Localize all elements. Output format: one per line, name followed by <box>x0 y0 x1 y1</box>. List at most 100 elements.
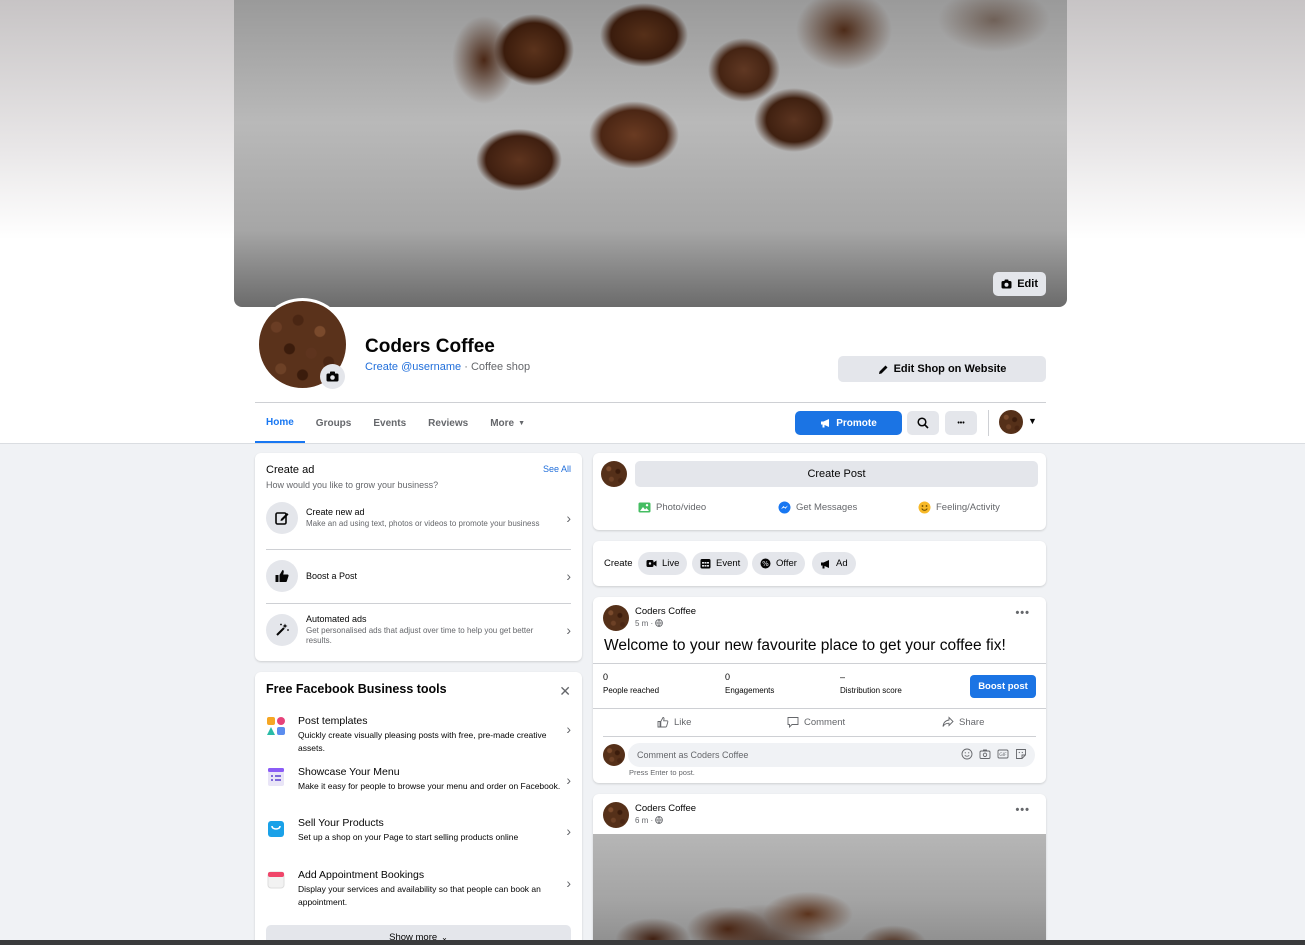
post-menu-button[interactable]: ••• <box>1015 607 1030 619</box>
smiley-icon <box>918 501 931 514</box>
pill-label: Live <box>662 558 680 569</box>
tool-desc: Quickly create visually pleasing posts w… <box>298 730 547 753</box>
post-menu-button[interactable]: ••• <box>1015 804 1030 816</box>
page-tabs: Home Groups Events Reviews More ▼ <box>255 403 536 443</box>
camera-icon[interactable] <box>979 748 991 760</box>
stat-people-reached: 0 People reached <box>603 672 659 695</box>
tool-post-templates[interactable]: Post templates Quickly create visually p… <box>266 715 571 754</box>
feeling-activity-button[interactable]: Feeling/Activity <box>918 501 1000 514</box>
page-category: Coffee shop <box>470 361 531 373</box>
stat-label: Distribution score <box>840 686 902 695</box>
get-messages-label: Get Messages <box>796 502 858 513</box>
business-tools-card: Free Facebook Business tools ✕ Post temp… <box>255 672 582 945</box>
shopping-bag-icon <box>266 818 288 840</box>
emoji-icon[interactable] <box>961 748 973 760</box>
create-new-ad-item[interactable]: Create new ad Make an ad using text, pho… <box>266 502 571 534</box>
cover-photo[interactable]: Edit <box>234 0 1067 307</box>
like-label: Like <box>674 716 692 728</box>
comment-icon <box>787 716 799 728</box>
chevron-right-icon: › <box>566 510 571 526</box>
business-tools-title: Free Facebook Business tools <box>266 682 447 696</box>
tab-events[interactable]: Events <box>362 403 417 443</box>
divider <box>603 736 1036 737</box>
tool-sell-products[interactable]: Sell Your Products Set up a shop on your… <box>266 817 571 844</box>
create-shortcuts-card: Create Live Event % Offer Ad <box>593 541 1046 586</box>
tool-appointment-bookings[interactable]: Add Appointment Bookings Display your se… <box>266 869 571 908</box>
comment-label: Comment <box>804 716 846 728</box>
avatar[interactable] <box>603 605 629 631</box>
sticker-icon[interactable] <box>1015 748 1027 760</box>
divider <box>266 603 571 604</box>
promote-button[interactable]: Promote <box>795 411 902 435</box>
create-label: Create <box>604 558 633 569</box>
post-text: Welcome to your new favourite place to g… <box>604 637 1006 654</box>
stat-value: 0 <box>603 672 609 682</box>
post-card: Coders Coffee 5 m · ••• Welcome to your … <box>593 597 1046 783</box>
caret-down-icon[interactable]: ▼ <box>1028 416 1037 426</box>
camera-icon <box>1001 279 1012 289</box>
update-profile-picture-button[interactable] <box>320 364 345 389</box>
like-button[interactable]: Like <box>657 716 691 728</box>
tab-label: Events <box>373 417 407 429</box>
avatar[interactable] <box>603 802 629 828</box>
pencil-icon <box>878 364 889 375</box>
tool-showcase-menu[interactable]: Showcase Your Menu Make it easy for peop… <box>266 766 571 793</box>
video-camera-icon <box>646 559 657 568</box>
tool-desc: Display your services and availability s… <box>298 884 541 907</box>
camera-icon <box>326 371 339 382</box>
edit-shop-button[interactable]: Edit Shop on Website <box>838 356 1046 382</box>
account-avatar[interactable] <box>999 410 1023 434</box>
offer-pill[interactable]: % Offer <box>752 552 805 575</box>
page-subtitle: Create @username · Coffee shop <box>365 361 530 373</box>
search-button[interactable] <box>907 411 939 435</box>
post-author[interactable]: Coders Coffee <box>635 606 696 617</box>
gif-icon[interactable]: GIF <box>997 748 1009 760</box>
svg-text:GIF: GIF <box>999 752 1007 758</box>
tab-more[interactable]: More ▼ <box>479 403 536 443</box>
tab-groups[interactable]: Groups <box>305 403 363 443</box>
templates-icon <box>266 716 288 738</box>
create-username-link[interactable]: Create @username <box>365 361 461 373</box>
post-timestamp[interactable]: 6 m · <box>635 816 664 825</box>
edit-cover-button[interactable]: Edit <box>993 272 1046 296</box>
divider <box>593 663 1046 664</box>
comment-hint: Press Enter to post. <box>629 768 695 777</box>
pill-label: Offer <box>776 558 797 569</box>
live-pill[interactable]: Live <box>638 552 688 575</box>
photo-icon <box>638 501 651 514</box>
event-pill[interactable]: Event <box>692 552 749 575</box>
see-all-link[interactable]: See All <box>543 464 571 474</box>
more-options-button[interactable]: ••• <box>945 411 977 435</box>
tab-label: Groups <box>315 417 352 429</box>
close-icon[interactable]: ✕ <box>559 683 571 700</box>
tab-home[interactable]: Home <box>255 403 305 443</box>
tool-desc: Set up a shop on your Page to start sell… <box>298 832 519 842</box>
post-image[interactable] <box>593 834 1046 945</box>
chevron-right-icon: › <box>566 568 571 584</box>
automated-ads-item[interactable]: Automated ads Get personalised ads that … <box>266 614 571 646</box>
get-messages-button[interactable]: Get Messages <box>778 501 857 514</box>
comment-input[interactable]: Comment as Coders Coffee GIF <box>628 743 1035 767</box>
edit-shop-label: Edit Shop on Website <box>893 363 1007 375</box>
globe-icon <box>655 619 664 627</box>
chevron-right-icon: › <box>566 823 571 839</box>
tool-desc: Make it easy for people to browse your m… <box>298 781 561 791</box>
toolbar-divider <box>988 410 989 436</box>
tab-reviews[interactable]: Reviews <box>417 403 479 443</box>
ad-pill[interactable]: Ad <box>812 552 856 575</box>
post-author[interactable]: Coders Coffee <box>635 803 696 814</box>
tab-label: More <box>490 417 515 429</box>
create-post-button[interactable]: Create Post <box>635 461 1038 487</box>
share-icon <box>942 716 954 728</box>
tool-title: Sell Your Products <box>298 817 384 829</box>
search-icon <box>917 417 929 429</box>
megaphone-icon <box>820 559 831 569</box>
comment-button[interactable]: Comment <box>787 716 845 728</box>
photo-video-button[interactable]: Photo/video <box>638 501 706 514</box>
tool-title: Add Appointment Bookings <box>298 869 425 881</box>
share-button[interactable]: Share <box>942 716 984 728</box>
boost-post-button[interactable]: Boost post <box>970 675 1036 698</box>
post-timestamp[interactable]: 5 m · <box>635 619 664 628</box>
boost-post-item[interactable]: Boost a Post › <box>266 560 571 592</box>
edit-cover-label: Edit <box>1017 278 1038 290</box>
